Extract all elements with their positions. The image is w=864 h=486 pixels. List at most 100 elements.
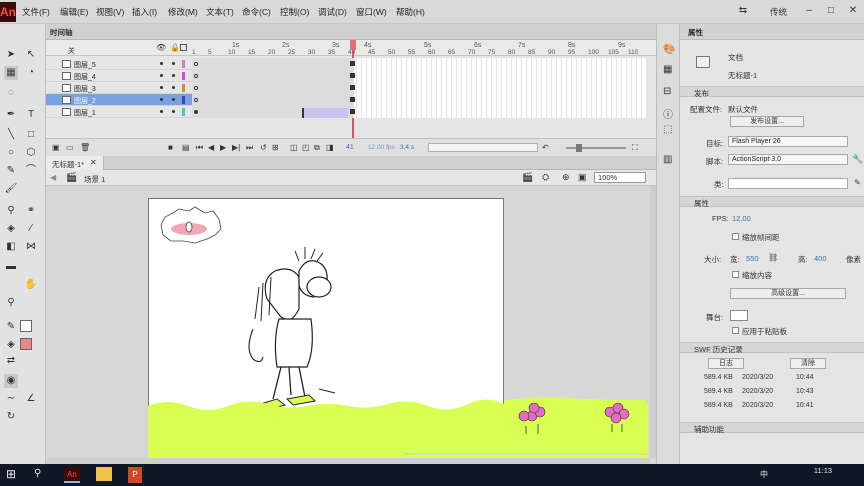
ime-indicator[interactable]: 中 bbox=[760, 469, 768, 480]
lock-icon[interactable]: 🔒 bbox=[170, 43, 180, 52]
layer-name-cell[interactable]: 图层_1 bbox=[46, 106, 192, 118]
stroke-color-swatch[interactable] bbox=[20, 320, 32, 332]
clip-icon[interactable]: ▣ bbox=[578, 172, 587, 183]
rectangle-tool-icon[interactable]: □ bbox=[24, 128, 38, 142]
frame-span[interactable] bbox=[192, 94, 354, 106]
center-stage-icon[interactable]: ⊕ bbox=[562, 172, 570, 183]
menu-control[interactable]: 控制(O) bbox=[280, 6, 309, 18]
back-icon[interactable]: ◀ bbox=[50, 173, 56, 182]
line-tool-icon[interactable]: ╲ bbox=[4, 128, 18, 142]
layer-row[interactable]: 图层_5 bbox=[46, 58, 646, 70]
lock-dot[interactable] bbox=[172, 62, 175, 65]
frame-span[interactable] bbox=[192, 82, 354, 94]
wrench-icon[interactable]: 🔧 bbox=[852, 154, 863, 165]
lock-dot[interactable] bbox=[172, 74, 175, 77]
zoom-in-icon[interactable]: ⛶ bbox=[632, 143, 638, 153]
info-panel-icon[interactable]: ⓘ bbox=[663, 106, 673, 121]
stroke-color-icon[interactable]: ✎ bbox=[4, 320, 18, 334]
layer-row[interactable]: 图层_3 bbox=[46, 82, 646, 94]
menu-edit[interactable]: 编辑(E) bbox=[60, 6, 88, 18]
keyframe[interactable] bbox=[194, 62, 198, 66]
layer-name-cell[interactable]: 图层_4 bbox=[46, 70, 192, 82]
first-frame-icon[interactable]: ⏮ bbox=[196, 143, 203, 153]
publish-settings-button[interactable]: 发布设置... bbox=[730, 116, 804, 127]
target-select[interactable]: Flash Player 26 bbox=[728, 136, 848, 147]
link-icon[interactable]: ⛓ bbox=[768, 253, 778, 262]
layer-outline-color[interactable] bbox=[182, 60, 185, 68]
keyframe[interactable] bbox=[194, 86, 198, 90]
sync-icon[interactable]: ⇆ bbox=[732, 3, 754, 19]
layer-name-cell[interactable]: 图层_2 bbox=[46, 94, 192, 106]
document-tab[interactable]: 无标题-1* ✕ bbox=[46, 156, 104, 170]
onion-skin-icon[interactable]: ◫ bbox=[290, 143, 298, 152]
frame-rate[interactable]: 12.00 fps bbox=[368, 144, 395, 151]
scene-label[interactable]: 场景 1 bbox=[84, 174, 105, 185]
frame-ruler[interactable]: 1s2s3s4s5s6s7s8s9s1510152025303540455055… bbox=[192, 40, 646, 56]
close-tab-icon[interactable]: ✕ bbox=[90, 158, 97, 167]
camera-tool-icon[interactable]: ▬ bbox=[4, 260, 18, 274]
log-button[interactable]: 日志 bbox=[708, 358, 744, 369]
menu-file[interactable]: 文件(F) bbox=[22, 6, 50, 18]
layer-name[interactable]: 图层_1 bbox=[74, 108, 96, 118]
eyedropper-tool-icon[interactable]: ⁄ bbox=[24, 222, 38, 236]
timeline-hscroll[interactable] bbox=[428, 143, 538, 152]
close-button[interactable]: ✕ bbox=[842, 3, 864, 19]
maximize-button[interactable]: □ bbox=[820, 3, 842, 19]
prev-frame-icon[interactable]: ◀ bbox=[208, 143, 214, 152]
paint-bucket-tool-icon[interactable]: ◈ bbox=[4, 222, 18, 236]
accessibility-section[interactable]: 辅助功能 bbox=[680, 422, 864, 434]
delete-layer-icon[interactable]: 🗑 bbox=[80, 143, 90, 152]
keyframe[interactable] bbox=[194, 98, 198, 102]
symbol-edit-icon[interactable]: ⛭ bbox=[542, 172, 549, 183]
lasso-tool-icon[interactable]: ◌ bbox=[4, 86, 18, 100]
center-frame-icon[interactable]: ⊞ bbox=[272, 143, 279, 152]
fps-value[interactable]: 12.00 bbox=[732, 214, 751, 223]
windows-start-icon[interactable]: ⊞ bbox=[6, 467, 16, 481]
subselection-tool-icon[interactable]: ↖ bbox=[24, 48, 38, 62]
layer-name[interactable]: 图层_2 bbox=[74, 96, 96, 106]
advanced-settings-button[interactable]: 高级设置... bbox=[730, 288, 846, 299]
menu-commands[interactable]: 命令(C) bbox=[242, 6, 271, 18]
attributes-section[interactable]: 属性 bbox=[680, 196, 864, 208]
search-icon[interactable]: ⚲ bbox=[34, 468, 41, 479]
brush-tool-icon[interactable]: ⌒ bbox=[24, 164, 38, 178]
snap-to-objects-icon[interactable]: ◉ bbox=[4, 374, 18, 388]
3d-rotation-tool-icon[interactable]: ◔ bbox=[24, 66, 38, 80]
visibility-dot[interactable] bbox=[160, 98, 163, 101]
current-frame[interactable]: 41 bbox=[346, 144, 354, 151]
menu-view[interactable]: 视图(V) bbox=[96, 6, 124, 18]
library-panel-icon[interactable]: ▥ bbox=[663, 154, 672, 165]
color-panel-icon[interactable]: 🎨 bbox=[663, 44, 675, 55]
lock-dot[interactable] bbox=[172, 98, 175, 101]
visibility-dot[interactable] bbox=[160, 62, 163, 65]
end-frame[interactable] bbox=[350, 97, 355, 102]
layer-frames[interactable] bbox=[192, 82, 646, 94]
layer-frames[interactable] bbox=[192, 70, 646, 82]
layer-outline-color[interactable] bbox=[182, 108, 185, 116]
text-tool-icon[interactable]: T bbox=[24, 108, 38, 122]
play-icon[interactable]: ▶ bbox=[220, 143, 226, 152]
layer-frames[interactable] bbox=[192, 58, 646, 70]
powerpoint-taskbar-icon[interactable]: P bbox=[128, 467, 142, 483]
scale-span-checkbox[interactable] bbox=[732, 233, 739, 240]
class-input[interactable] bbox=[728, 178, 848, 189]
camera-toggle-icon[interactable]: ■ bbox=[168, 143, 173, 152]
fill-color-icon[interactable]: ◈ bbox=[4, 338, 18, 352]
frame-span[interactable] bbox=[192, 58, 354, 70]
bind-tool-icon[interactable]: ⚭ bbox=[24, 204, 38, 218]
new-folder-icon[interactable]: ▭ bbox=[66, 143, 74, 152]
keyframe[interactable] bbox=[194, 110, 198, 114]
properties-tab[interactable]: 属性 bbox=[680, 24, 864, 40]
menu-window[interactable]: 窗口(W) bbox=[356, 6, 387, 18]
undo-icon[interactable]: ↶ bbox=[542, 143, 549, 152]
pen-tool-icon[interactable]: ✒ bbox=[4, 108, 18, 122]
visibility-dot[interactable] bbox=[160, 86, 163, 89]
layer-name[interactable]: 图层_4 bbox=[74, 72, 96, 82]
edit-multiple-icon[interactable]: ⧉ bbox=[314, 143, 320, 153]
playhead-handle[interactable] bbox=[350, 40, 356, 50]
transform-panel-icon[interactable]: ⬚ bbox=[663, 124, 672, 135]
layer-frames[interactable] bbox=[192, 106, 646, 118]
onion-outline-icon[interactable]: ◰ bbox=[302, 143, 310, 152]
align-panel-icon[interactable]: ⊟ bbox=[663, 86, 671, 97]
rotate-icon[interactable]: ↻ bbox=[4, 410, 18, 424]
